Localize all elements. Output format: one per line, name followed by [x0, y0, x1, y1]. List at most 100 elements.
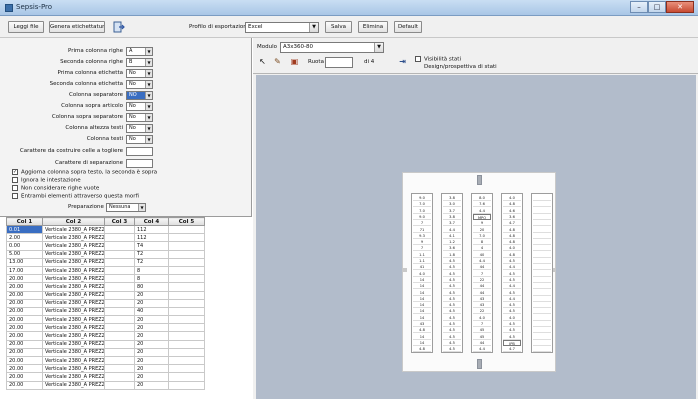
modulo-select[interactable]: A3x360-80 ▼ [280, 42, 384, 53]
table-row[interactable]: 13.00 Verticale 2380_A PREZZ3 T2 [6, 257, 205, 267]
table-cell[interactable] [168, 282, 205, 292]
table-cell[interactable]: Verticale 2380_A PREZZ3 [42, 323, 105, 333]
table-cell[interactable]: 20 [134, 372, 169, 382]
table-cell[interactable] [104, 233, 135, 243]
checkbox-aggiorna[interactable]: ✓ Aggiorna colonna sopra testo, la second… [12, 169, 157, 176]
table-cell[interactable]: 20.00 [6, 282, 43, 292]
table-cell[interactable]: 0.01 [6, 224, 43, 235]
table-cell[interactable]: 5.00 [6, 249, 43, 259]
table-cell[interactable] [168, 274, 205, 284]
column-header[interactable]: Col 2 [42, 217, 105, 226]
genera-etichettatura-button[interactable]: Genera etichettatura [49, 21, 105, 33]
table-cell[interactable] [168, 306, 205, 317]
table-cell[interactable] [104, 380, 135, 390]
table-cell[interactable]: Verticale 2380_A PREZZ3 [42, 298, 105, 308]
table-cell[interactable]: T4 [134, 241, 169, 251]
column-header[interactable]: Col 5 [168, 217, 205, 226]
table-cell[interactable]: 20 [134, 364, 169, 374]
table-cell[interactable]: Verticale 2380_A PREZZ3 [42, 347, 105, 358]
form-select-2[interactable]: No ▼ [126, 69, 153, 78]
table-cell[interactable]: 20.00 [6, 274, 43, 284]
table-cell[interactable]: Verticale 2380_A PREZZ3 [42, 274, 105, 284]
table-row[interactable]: 17.00 Verticale 2380_A PREZZ3 8 [6, 265, 205, 276]
table-cell[interactable] [168, 257, 205, 267]
form-select-3[interactable]: No ▼ [126, 80, 153, 89]
table-row[interactable]: 20.00 Verticale 2380_A PREZZ3 20 [6, 298, 205, 308]
table-cell[interactable]: 20.00 [6, 372, 43, 382]
table-cell[interactable]: 20 [134, 331, 169, 341]
table-row[interactable]: 20.00 Verticale 2380_A PREZZ3 20 [6, 355, 205, 366]
table-cell[interactable] [104, 347, 135, 358]
table-cell[interactable]: 20 [134, 339, 169, 349]
table-row[interactable]: 20.00 Verticale 2380_A PREZZ3 8 [6, 274, 205, 284]
form-select-8[interactable]: No ▼ [126, 135, 153, 144]
table-cell[interactable] [104, 323, 135, 333]
export-icon[interactable]: ⇥ [397, 56, 408, 67]
table-cell[interactable]: T2 [134, 257, 169, 267]
table-cell[interactable]: 20 [134, 315, 169, 325]
table-cell[interactable] [104, 355, 135, 366]
table-row[interactable]: 2.00 Verticale 2380_A PREZZ3 112 [6, 233, 205, 243]
table-cell[interactable]: 20 [134, 323, 169, 333]
table-cell[interactable]: 0.00 [6, 241, 43, 251]
column-header[interactable]: Col 1 [6, 217, 43, 226]
table-cell[interactable]: Verticale 2380_A PREZZ3 [42, 380, 105, 390]
table-cell[interactable]: 112 [134, 224, 169, 235]
table-cell[interactable]: Verticale 2380_A PREZZ3 [42, 233, 105, 243]
table-cell[interactable]: 20 [134, 298, 169, 308]
image-icon[interactable]: ▣ [289, 56, 300, 67]
table-cell[interactable]: 20.00 [6, 355, 43, 366]
form-select-0[interactable]: A ▼ [126, 47, 153, 56]
table-cell[interactable]: 17.00 [6, 265, 43, 276]
table-cell[interactable] [168, 331, 205, 341]
table-cell[interactable]: Verticale 2380_A PREZZ3 [42, 265, 105, 276]
table-cell[interactable]: 20 [134, 380, 169, 390]
ruota-input[interactable] [325, 57, 353, 68]
table-row[interactable]: 20.00 Verticale 2380_A PREZZ3 80 [6, 282, 205, 292]
form-select-5[interactable]: No ▼ [126, 102, 153, 111]
table-cell[interactable] [104, 364, 135, 374]
preparazione-select[interactable]: Nessuna ▼ [106, 203, 146, 212]
table-row[interactable]: 20.00 Verticale 2380_A PREZZ3 20 [6, 380, 205, 390]
minimize-icon[interactable]: – [630, 1, 648, 13]
table-cell[interactable]: Verticale 2380_A PREZZ3 [42, 290, 105, 300]
table-cell[interactable]: Verticale 2380_A PREZZ3 [42, 241, 105, 251]
table-cell[interactable] [104, 298, 135, 308]
column-header[interactable]: Col 4 [134, 217, 169, 226]
table-cell[interactable]: 20.00 [6, 347, 43, 358]
table-row[interactable]: 20.00 Verticale 2380_A PREZZ3 20 [6, 290, 205, 300]
table-cell[interactable] [168, 380, 205, 390]
checkbox-ignora[interactable]: Ignora le intestazione [12, 177, 81, 184]
table-row[interactable]: 20.00 Verticale 2380_A PREZZ3 20 [6, 339, 205, 349]
form-select-4[interactable]: NO ▼ [126, 91, 153, 100]
close-icon[interactable]: ✕ [666, 1, 694, 13]
table-cell[interactable] [104, 372, 135, 382]
label-strip[interactable] [531, 193, 553, 353]
separator-input[interactable] [126, 159, 153, 168]
table-cell[interactable]: 8 [134, 274, 169, 284]
table-cell[interactable] [168, 249, 205, 259]
table-cell[interactable]: T2 [134, 249, 169, 259]
form-select-6[interactable]: No ▼ [126, 113, 153, 122]
table-cell[interactable]: 8 [134, 265, 169, 276]
table-row[interactable]: 20.00 Verticale 2380_A PREZZ3 20 [6, 315, 205, 325]
table-cell[interactable]: 2.00 [6, 233, 43, 243]
preview-canvas[interactable]: 9.0 7.0 7.0 9.0 7 71 9.3 9 7 1.1 1.1 41 4.0 14 14 14 14 1… [256, 75, 696, 399]
table-cell[interactable] [168, 315, 205, 325]
table-cell[interactable] [168, 347, 205, 358]
table-cell[interactable]: 20.00 [6, 331, 43, 341]
profile-select[interactable]: Excel ▼ [245, 22, 319, 33]
table-cell[interactable]: 20.00 [6, 323, 43, 333]
table-cell[interactable] [104, 339, 135, 349]
table-cell[interactable] [168, 339, 205, 349]
table-cell[interactable]: Verticale 2380_A PREZZ3 [42, 282, 105, 292]
table-cell[interactable]: 112 [134, 233, 169, 243]
table-cell[interactable]: 20 [134, 347, 169, 358]
table-row[interactable]: 20.00 Verticale 2380_A PREZZ3 40 [6, 306, 205, 317]
table-row[interactable]: 20.00 Verticale 2380_A PREZZ3 20 [6, 331, 205, 341]
elimina-button[interactable]: Elimina [358, 21, 388, 33]
label-strip[interactable]: 8.0 7.6 4.4 MPO 9 20 7.0 8 4 40 4.4 44 7 22 44 44 43 43 22… [471, 193, 493, 353]
table-cell[interactable] [104, 290, 135, 300]
leggi-file-button[interactable]: Leggi file [8, 21, 44, 33]
table-cell[interactable]: Verticale 2380_A PREZZ3 [42, 331, 105, 341]
